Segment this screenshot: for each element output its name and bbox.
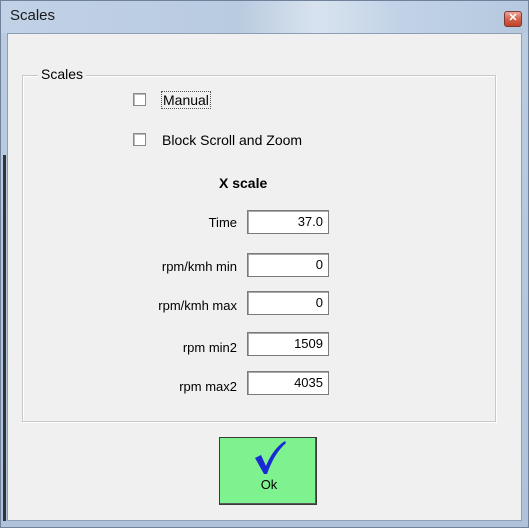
manual-checkbox[interactable] bbox=[133, 93, 146, 106]
ok-button[interactable]: Ok bbox=[219, 437, 317, 505]
rpm-kmh-min-label: rpm/kmh min bbox=[161, 259, 237, 274]
rpm-kmh-min-input[interactable]: 0 bbox=[247, 253, 329, 277]
time-input[interactable]: 37.0 bbox=[247, 210, 329, 234]
rpm-kmh-max-label: rpm/kmh max bbox=[158, 298, 237, 313]
rpm-min2-input[interactable]: 1509 bbox=[247, 332, 329, 356]
window-edge-shadow bbox=[3, 155, 6, 521]
checkmark-icon bbox=[255, 441, 286, 474]
rpm-max2-label: rpm max2 bbox=[179, 379, 237, 394]
rpm-min2-label: rpm min2 bbox=[182, 340, 237, 355]
rpm-kmh-max-input[interactable]: 0 bbox=[247, 291, 329, 315]
block-scroll-zoom-label[interactable]: Block Scroll and Zoom bbox=[162, 132, 302, 148]
manual-checkbox-label[interactable]: Manual bbox=[161, 91, 211, 109]
window-title: Scales bbox=[10, 7, 56, 24]
scales-groupbox bbox=[22, 75, 496, 422]
close-button[interactable]: ✕ bbox=[504, 11, 522, 27]
rpm-max2-input[interactable]: 4035 bbox=[247, 371, 329, 395]
time-label: Time bbox=[208, 215, 237, 230]
x-scale-heading: X scale bbox=[219, 175, 268, 191]
block-scroll-zoom-checkbox[interactable] bbox=[133, 133, 146, 146]
title-bar[interactable]: Scales ✕ bbox=[1, 1, 528, 33]
close-icon: ✕ bbox=[508, 12, 518, 24]
ok-button-label: Ok bbox=[260, 477, 278, 492]
groupbox-label: Scales bbox=[38, 66, 87, 82]
